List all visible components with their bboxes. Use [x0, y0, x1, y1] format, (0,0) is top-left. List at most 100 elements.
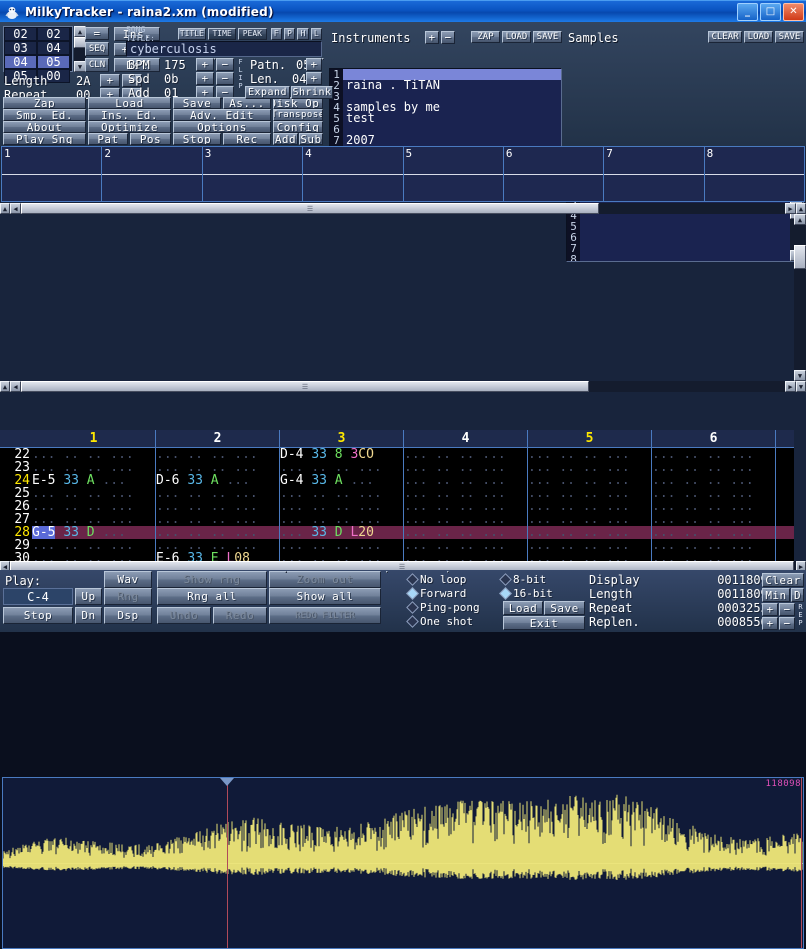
- scope-channel[interactable]: 6: [503, 147, 605, 201]
- instruments-load-button[interactable]: LOAD: [502, 31, 531, 43]
- instrument-item[interactable]: 2007: [343, 134, 561, 146]
- flag-f-button[interactable]: F: [270, 27, 282, 40]
- instruments-save-button[interactable]: SAVE: [533, 31, 562, 43]
- pattern-cell[interactable]: ... .. .. ...: [32, 448, 156, 461]
- sample-load-button[interactable]: Load: [503, 601, 543, 615]
- sample-waveform-editor[interactable]: 118098: [2, 777, 804, 949]
- stop-sample-button[interactable]: Stop: [3, 607, 73, 624]
- scroll-left-icon[interactable]: ◀: [10, 381, 21, 392]
- channel-header-1[interactable]: 1: [32, 430, 156, 447]
- show-all-button[interactable]: Show all: [269, 588, 381, 605]
- record-button[interactable]: Rec: [223, 133, 271, 145]
- exit-button[interactable]: Exit: [503, 616, 585, 630]
- scope-channel[interactable]: 5: [403, 147, 504, 201]
- maximize-button[interactable]: □: [760, 2, 781, 21]
- pattern-cell[interactable]: ... .. .. ...: [528, 474, 652, 487]
- pattern-row[interactable]: 24 E-5 33 A ... D-6 33 A ... G-4 33 A .....…: [0, 474, 794, 487]
- sample-editor-button[interactable]: Smp. Ed.: [3, 109, 86, 121]
- instrument-item[interactable]: test: [343, 112, 561, 124]
- samples-save-button[interactable]: SAVE: [775, 31, 804, 43]
- channel-header-6[interactable]: 6: [652, 430, 776, 447]
- min-button[interactable]: Min: [762, 588, 790, 602]
- redo-filter-button[interactable]: REDO FILTER: [269, 607, 381, 624]
- zap-button[interactable]: Zap: [3, 97, 86, 109]
- scope-channel[interactable]: 2: [102, 147, 203, 201]
- instrument-item[interactable]: [343, 124, 561, 135]
- pattern-cell[interactable]: D-6 33 A ...: [156, 474, 280, 487]
- bit-depth-8[interactable]: 8-bit: [499, 572, 585, 586]
- channel-header-2[interactable]: 2: [156, 430, 280, 447]
- scroll-left-icon[interactable]: ◀: [10, 203, 21, 214]
- wav-button[interactable]: Wav: [104, 571, 152, 588]
- sample-save-button[interactable]: Save: [544, 601, 585, 615]
- rep-vertical-label[interactable]: REP: [796, 603, 805, 630]
- bpm-plus-button[interactable]: +: [196, 58, 214, 71]
- scope-channel[interactable]: 8: [704, 147, 804, 201]
- pattern-cell[interactable]: ... .. .. ...: [652, 539, 776, 552]
- optimize-button[interactable]: Optimize: [88, 121, 171, 133]
- pattern-cell[interactable]: ... .. .. ...: [528, 487, 652, 500]
- pattern-cell[interactable]: G-4 33 A ...: [280, 474, 404, 487]
- bit-depth-16[interactable]: 16-bit: [499, 586, 585, 600]
- replen-plus-button[interactable]: +: [762, 617, 778, 630]
- pattern-cell[interactable]: ... .. .. ...: [156, 461, 280, 474]
- tab-time[interactable]: TIME: [207, 27, 237, 40]
- pattern-cell[interactable]: ... .. .. ...: [404, 526, 528, 539]
- shrink-button[interactable]: Shrink: [291, 86, 333, 99]
- scroll-down-icon[interactable]: ▼: [794, 370, 806, 381]
- instrument-item[interactable]: raina . TiTAN: [343, 79, 561, 91]
- pattern-cell[interactable]: ... .. .. ...: [32, 461, 156, 474]
- pattern-row[interactable]: 28 G-5 33 D ...... .. .. ...... 33 D L20.…: [0, 526, 794, 539]
- repeat-plus-button[interactable]: +: [762, 603, 778, 616]
- channel-header-5[interactable]: 5: [528, 430, 652, 447]
- stop-button[interactable]: Stop: [173, 133, 221, 145]
- pattern-row[interactable]: 25... .. .. ...... .. .. ...... .. .. ..…: [0, 487, 794, 500]
- pattern-cell[interactable]: ... .. .. ...: [32, 500, 156, 513]
- order-row[interactable]: 02 02: [4, 27, 72, 41]
- sample-item[interactable]: [580, 221, 790, 232]
- loop-mode-no-loop[interactable]: No loop: [406, 572, 494, 586]
- pattern-cell[interactable]: ... .. .. ...: [528, 461, 652, 474]
- pattern-cell[interactable]: ... .. .. ...: [528, 526, 652, 539]
- pattern-cell[interactable]: ... .. .. ...: [280, 539, 404, 552]
- transpose-button[interactable]: Transpose: [273, 109, 323, 121]
- pattern-cell[interactable]: ... .. .. ...: [652, 487, 776, 500]
- options-button[interactable]: Options: [173, 121, 271, 133]
- length-plus-button[interactable]: +: [100, 74, 120, 87]
- scroll-right-icon[interactable]: ▶: [785, 203, 796, 214]
- waveform-position-marker-icon[interactable]: [220, 778, 234, 786]
- scroll-up-icon[interactable]: ▲: [0, 381, 10, 392]
- cln-button[interactable]: CLN: [85, 58, 109, 72]
- loop-mode-ping-pong[interactable]: Ping-pong: [406, 600, 494, 614]
- flip-label[interactable]: FLIP: [236, 58, 245, 100]
- channel-header-4[interactable]: 4: [404, 430, 528, 447]
- pattern-cell[interactable]: ... .. .. ...: [652, 474, 776, 487]
- sample-item[interactable]: [580, 232, 790, 243]
- order-row-selected[interactable]: 04 05: [4, 55, 72, 69]
- pattern-cell[interactable]: ... .. .. ...: [652, 500, 776, 513]
- pattern-cell[interactable]: ... .. .. ...: [156, 539, 280, 552]
- load-button[interactable]: Load: [88, 97, 171, 109]
- order-row[interactable]: 03 04: [4, 41, 72, 55]
- song-title-input[interactable]: cyberculosis: [126, 41, 322, 57]
- samples-clear-button[interactable]: CLEAR: [708, 31, 742, 43]
- patn-plus-button[interactable]: +: [306, 58, 322, 71]
- pattern-cell[interactable]: ... .. .. ...: [156, 500, 280, 513]
- instruments-zap-button[interactable]: ZAP: [471, 31, 500, 43]
- pattern-cell[interactable]: ... .. .. ...: [528, 513, 652, 526]
- pattern-cell[interactable]: ... .. .. ...: [652, 526, 776, 539]
- pattern-cell[interactable]: ... .. .. ...: [280, 513, 404, 526]
- flag-h-button[interactable]: H: [297, 27, 309, 40]
- scroll-right-icon[interactable]: ▶: [785, 381, 796, 392]
- show-range-button[interactable]: Show rng: [157, 571, 267, 588]
- pattern-row[interactable]: 22... .. .. ...... .. .. ... D-4 33 8 3CO…: [0, 448, 794, 461]
- pattern-cell[interactable]: ... .. .. ...: [652, 461, 776, 474]
- loop-mode-forward[interactable]: Forward: [406, 586, 494, 600]
- len-plus-button[interactable]: +: [306, 72, 322, 85]
- flag-p-button[interactable]: P: [283, 27, 296, 40]
- pattern-cell[interactable]: G-5 33 D ...: [32, 526, 156, 539]
- pattern-cell[interactable]: ... .. .. ...: [404, 448, 528, 461]
- pattern-cell[interactable]: ... .. .. ...: [528, 500, 652, 513]
- tab-peak[interactable]: PEAK: [238, 27, 267, 40]
- instruments-add-button[interactable]: +: [425, 31, 439, 44]
